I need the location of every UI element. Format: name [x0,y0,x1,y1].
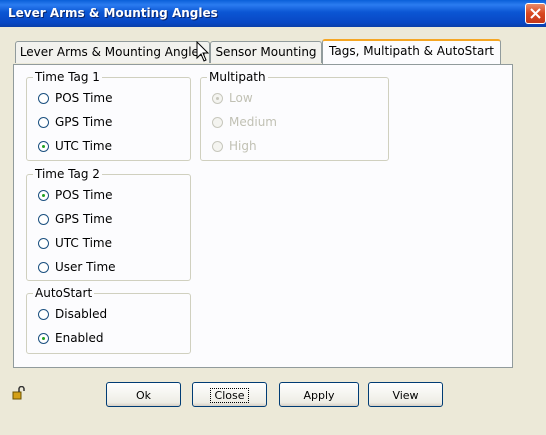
radio-button-icon [38,214,49,225]
close-icon[interactable] [525,3,546,24]
close-button-label: Close [209,388,250,403]
mouse-pointer-icon [196,40,210,67]
apply-button[interactable]: Apply [279,382,359,407]
radio-button-selected-icon [38,190,49,201]
time-tag-1-group: Time Tag 1 POS Time GPS Time UTC Time [26,70,191,161]
radio-button-icon [38,309,49,320]
radio-button-selected-icon [212,93,223,104]
apply-button-label: Apply [303,389,335,402]
tab-tags-multipath-autostart[interactable]: Tags, Multipath & AutoStart [322,39,501,64]
view-button-label: View [392,389,419,402]
time-tag-1-label: Time Tag 1 [33,70,102,84]
view-button[interactable]: View [368,382,443,407]
autostart-label: AutoStart [33,286,95,300]
ok-button[interactable]: Ok [106,382,181,407]
unlocked-padlock-icon [12,385,26,404]
time-tag-2-group: Time Tag 2 POS Time GPS Time UTC Time Us… [26,167,191,281]
radio-button-icon [38,93,49,104]
close-button[interactable]: Close [192,382,267,407]
tab-label: Lever Arms & Mounting Angles [19,45,206,59]
time-tag-2-label: Time Tag 2 [33,167,102,181]
multipath-label: Multipath [207,70,268,84]
tab-label: Sensor Mounting [215,45,317,59]
tab-label: Tags, Multipath & AutoStart [329,44,494,58]
multipath-group: Multipath Low Medium High [200,70,389,161]
dialog-window: Lever Arms & Mounting Angles Lever Arms … [0,0,546,435]
tab-sensor-mounting[interactable]: Sensor Mounting [210,41,322,63]
tab-panel: Time Tag 1 POS Time GPS Time UTC Time Ti… [13,64,513,368]
radio-button-icon [212,117,223,128]
radio-button-icon [38,262,49,273]
autostart-group: AutoStart Disabled Enabled [26,286,191,354]
radio-button-icon [38,117,49,128]
title-bar[interactable]: Lever Arms & Mounting Angles [0,0,546,27]
radio-button-selected-icon [38,141,49,152]
ok-button-label: Ok [135,389,152,402]
radio-button-selected-icon [38,333,49,344]
radio-button-icon [38,238,49,249]
radio-button-icon [212,141,223,152]
tab-lever-arms[interactable]: Lever Arms & Mounting Angles [15,41,210,63]
window-title: Lever Arms & Mounting Angles [8,6,218,20]
